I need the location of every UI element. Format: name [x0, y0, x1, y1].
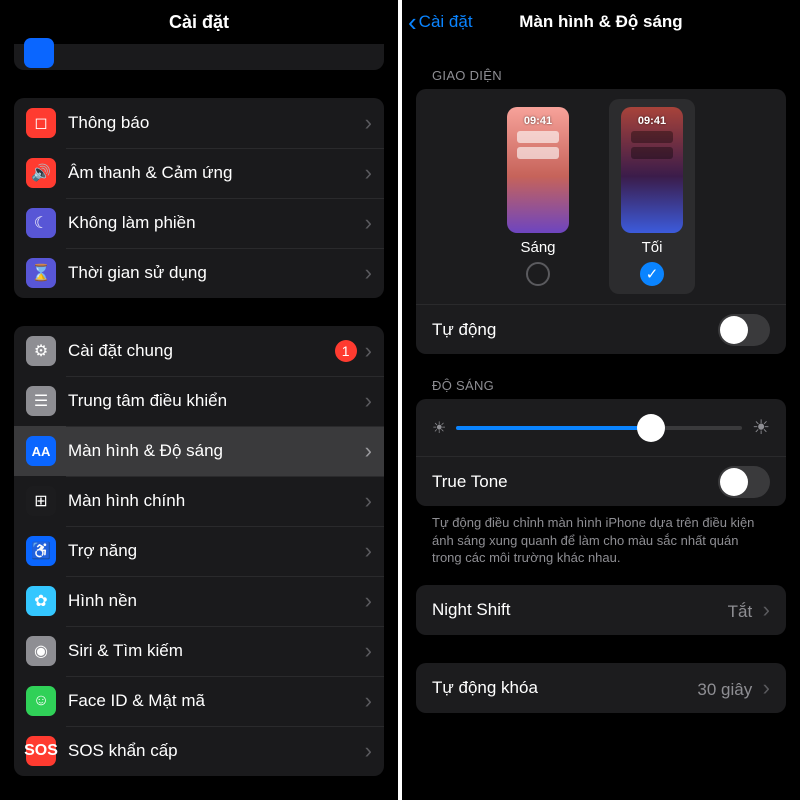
siri-icon: ◉: [26, 636, 56, 666]
settings-row-face-id[interactable]: ☺ Face ID & Mật mã›: [14, 676, 384, 726]
settings-row-sos[interactable]: SOS SOS khẩn cấp›: [14, 726, 384, 776]
chevron-right-icon: ›: [365, 588, 372, 614]
settings-row-label: SOS khẩn cấp: [68, 741, 365, 761]
preview-dark-icon: 09:41: [621, 107, 683, 233]
settings-row-label: Âm thanh & Cảm ứng: [68, 163, 365, 183]
appearance-panel: 09:41 Sáng 09:41 Tối ✓ Tự động: [416, 89, 786, 354]
man-hinh-do-sang-icon: AA: [26, 436, 56, 466]
settings-row-am-thanh[interactable]: 🔊 Âm thanh & Cảm ứng›: [14, 148, 384, 198]
truetone-label: True Tone: [432, 472, 508, 492]
settings-row-tro-nang[interactable]: ♿ Trợ năng›: [14, 526, 384, 576]
vpn-icon: [24, 38, 54, 68]
chevron-right-icon: ›: [365, 260, 372, 286]
list-item-vpn-partial[interactable]: [14, 44, 384, 70]
appearance-light-label: Sáng: [507, 239, 569, 256]
settings-row-label: Màn hình chính: [68, 491, 365, 511]
chevron-right-icon: ›: [763, 597, 770, 622]
settings-row-thong-bao[interactable]: ◻ Thông báo›: [14, 98, 384, 148]
chevron-right-icon: ›: [365, 638, 372, 664]
settings-row-man-hinh-do-sang[interactable]: AA Màn hình & Độ sáng›: [14, 426, 384, 476]
chevron-right-icon: ›: [365, 738, 372, 764]
settings-row-hinh-nen[interactable]: ✿ Hình nền›: [14, 576, 384, 626]
radio-light[interactable]: [526, 262, 550, 286]
chevron-right-icon: ›: [365, 388, 372, 414]
truetone-row[interactable]: True Tone: [416, 456, 786, 506]
radio-dark[interactable]: ✓: [640, 262, 664, 286]
settings-row-khong-lam-phien[interactable]: ☾ Không làm phiền›: [14, 198, 384, 248]
page-title: Cài đặt: [0, 0, 398, 44]
settings-group: ◻Thông báo›🔊Âm thanh & Cảm ứng›☾Không là…: [14, 98, 384, 298]
chevron-right-icon: ›: [365, 688, 372, 714]
chevron-right-icon: ›: [365, 210, 372, 236]
tro-nang-icon: ♿: [26, 536, 56, 566]
sun-small-icon: ☀: [432, 418, 446, 438]
settings-row-label: Trung tâm điều khiển: [68, 391, 365, 411]
badge: 1: [335, 340, 357, 362]
settings-row-label: Hình nền: [68, 591, 365, 611]
autolock-panel: Tự động khóa 30 giây ›: [416, 663, 786, 713]
settings-row-man-hinh-chinh[interactable]: ⊞ Màn hình chính›: [14, 476, 384, 526]
settings-row-label: Trợ năng: [68, 541, 365, 561]
settings-row-label: Màn hình & Độ sáng: [68, 441, 365, 461]
automatic-label: Tự động: [432, 320, 496, 340]
face-id-icon: ☺: [26, 686, 56, 716]
automatic-toggle[interactable]: [718, 314, 770, 346]
thoi-gian-icon: ⌛: [26, 258, 56, 288]
chevron-right-icon: ›: [365, 438, 372, 464]
settings-row-label: Thời gian sử dụng: [68, 263, 365, 283]
settings-row-cai-dat-chung[interactable]: ⚙ Cài đặt chung1 ›: [14, 326, 384, 376]
autolock-label: Tự động khóa: [432, 678, 538, 698]
chevron-right-icon: ›: [365, 488, 372, 514]
brightness-panel: ☀ ☀ True Tone: [416, 399, 786, 506]
back-label: Cài đặt: [419, 12, 473, 32]
display-brightness-pane: ‹ Cài đặt Màn hình & Độ sáng GIAO DIỆN 0…: [402, 0, 800, 800]
chevron-right-icon: ›: [365, 338, 372, 364]
thong-bao-icon: ◻: [26, 108, 56, 138]
truetone-note: Tự động điều chỉnh màn hình iPhone dựa t…: [402, 506, 800, 567]
chevron-right-icon: ›: [365, 160, 372, 186]
chevron-right-icon: ›: [365, 538, 372, 564]
hinh-nen-icon: ✿: [26, 586, 56, 616]
settings-row-label: Thông báo: [68, 113, 365, 133]
settings-row-label: Siri & Tìm kiếm: [68, 641, 365, 661]
settings-pane: Cài đặt ◻Thông báo›🔊Âm thanh & Cảm ứng›☾…: [0, 0, 398, 800]
settings-row-trung-tam[interactable]: ☰ Trung tâm điều khiển›: [14, 376, 384, 426]
chevron-right-icon: ›: [763, 675, 770, 700]
nightshift-label: Night Shift: [432, 600, 510, 620]
nightshift-row[interactable]: Night Shift Tắt ›: [416, 585, 786, 635]
autolock-row[interactable]: Tự động khóa 30 giây ›: [416, 663, 786, 713]
nightshift-value: Tắt: [728, 602, 753, 621]
am-thanh-icon: 🔊: [26, 158, 56, 188]
back-button[interactable]: ‹ Cài đặt: [408, 0, 473, 44]
khong-lam-phien-icon: ☾: [26, 208, 56, 238]
trung-tam-icon: ☰: [26, 386, 56, 416]
section-header-brightness: ĐỘ SÁNG: [402, 354, 800, 399]
chevron-right-icon: ›: [365, 110, 372, 136]
autolock-value: 30 giây: [697, 680, 752, 699]
section-header-appearance: GIAO DIỆN: [402, 44, 800, 89]
settings-row-thoi-gian[interactable]: ⌛ Thời gian sử dụng›: [14, 248, 384, 298]
appearance-option-light[interactable]: 09:41 Sáng: [507, 107, 569, 294]
appearance-option-dark[interactable]: 09:41 Tối ✓: [609, 99, 695, 294]
truetone-toggle[interactable]: [718, 466, 770, 498]
settings-row-siri[interactable]: ◉ Siri & Tìm kiếm›: [14, 626, 384, 676]
appearance-dark-label: Tối: [621, 239, 683, 256]
chevron-left-icon: ‹: [408, 7, 417, 38]
settings-row-label: Không làm phiền: [68, 213, 365, 233]
settings-row-label: Cài đặt chung: [68, 341, 335, 361]
settings-row-label: Face ID & Mật mã: [68, 691, 365, 711]
nightshift-panel: Night Shift Tắt ›: [416, 585, 786, 635]
man-hinh-chinh-icon: ⊞: [26, 486, 56, 516]
brightness-slider-row: ☀ ☀: [416, 399, 786, 456]
brightness-slider[interactable]: [456, 426, 742, 430]
cai-dat-chung-icon: ⚙: [26, 336, 56, 366]
sos-icon: SOS: [26, 736, 56, 766]
settings-group: ⚙Cài đặt chung1›☰Trung tâm điều khiển›AA…: [14, 326, 384, 776]
preview-light-icon: 09:41: [507, 107, 569, 233]
automatic-row[interactable]: Tự động: [416, 304, 786, 354]
sun-large-icon: ☀: [752, 415, 770, 440]
nav-header: ‹ Cài đặt Màn hình & Độ sáng: [402, 0, 800, 44]
